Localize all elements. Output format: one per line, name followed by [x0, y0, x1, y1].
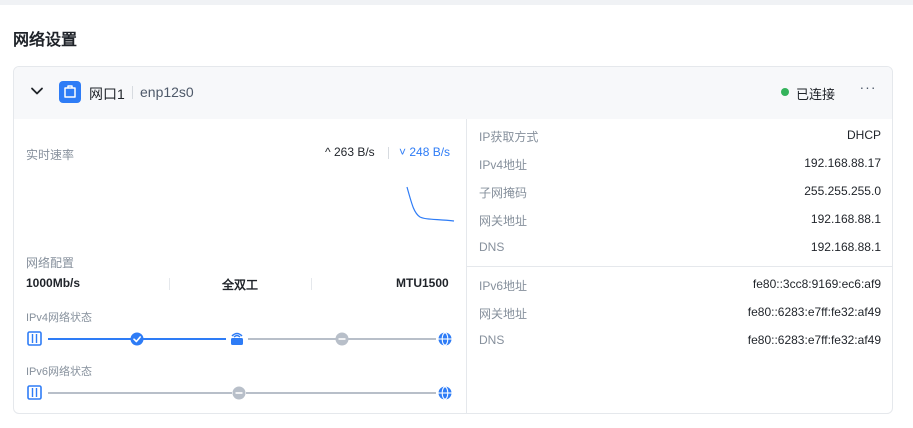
subnet-mask-row: 子网掩码 255.255.255.0 [479, 182, 881, 202]
row-value: fe80::3cc8:9169:ec6:af9 [752, 277, 881, 291]
status-dot [781, 88, 789, 96]
ethernet-port-icon [59, 81, 81, 103]
header-divider [132, 86, 133, 99]
speed-sparkline [406, 186, 455, 222]
upload-speed-value: 263 B/s [333, 145, 375, 159]
ip-mode-row: IP获取方式 DHCP [479, 126, 881, 146]
network-port-card: 网口1 enp12s0 已连接 ··· 实时速率 ^ 263 B/s ˅ 248… [13, 66, 893, 414]
page-title: 网络设置 [13, 32, 78, 49]
ipv6-status-label: IPv6网络状态 [26, 366, 93, 378]
row-key: IPv6地址 [479, 279, 528, 293]
more-button[interactable]: ··· [857, 78, 879, 100]
lan-port-icon [27, 331, 42, 346]
config-label: 网络配置 [26, 256, 75, 270]
row-key: IP获取方式 [479, 130, 539, 144]
ipv6-gateway-row: 网关地址 fe80::6283:e7ff:fe32:af49 [479, 303, 881, 323]
ipv6-status-track [27, 385, 452, 400]
row-value: 192.168.88.1 [810, 240, 881, 254]
mtu-value: MTU1500 [396, 276, 449, 290]
speed-label: 实时速率 [26, 148, 75, 162]
duplex-mode: 全双工 [222, 278, 259, 292]
row-value: 192.168.88.1 [810, 212, 881, 226]
ipv4-gateway-row: 网关地址 192.168.88.1 [479, 210, 881, 230]
ipv4-address-row: IPv4地址 192.168.88.17 [479, 154, 881, 174]
row-value: 255.255.255.0 [804, 184, 881, 198]
ipv6-dns-row: DNS fe80::6283:e7ff:fe32:af49 [479, 331, 881, 351]
device-name: enp12s0 [140, 84, 194, 100]
chevron-down-icon[interactable] [30, 84, 44, 98]
row-key: DNS [479, 240, 505, 254]
row-value: 192.168.88.17 [804, 156, 881, 170]
globe-icon [438, 386, 452, 400]
port-name: 网口1 [89, 86, 125, 102]
row-key: 子网掩码 [479, 186, 528, 200]
ipv4-dns-row: DNS 192.168.88.1 [479, 238, 881, 258]
ipv4-status-label: IPv4网络状态 [26, 312, 93, 324]
section-divider [467, 266, 892, 267]
minus-circle-icon [335, 332, 349, 346]
row-key: 网关地址 [479, 307, 528, 321]
lan-port-icon [27, 385, 42, 400]
speed-divider [388, 147, 389, 159]
row-value: DHCP [846, 128, 881, 142]
row-key: IPv4地址 [479, 158, 528, 172]
download-speed-value: 248 B/s [409, 145, 451, 159]
row-key: 网关地址 [479, 214, 528, 228]
router-icon [231, 332, 243, 345]
config-divider [169, 278, 170, 290]
ipv4-status-track [27, 331, 452, 346]
download-speed: ˅ 248 B/s [399, 145, 451, 159]
status-pane: 实时速率 ^ 263 B/s ˅ 248 B/s 网络配置 1000Mb/s 全… [14, 119, 466, 413]
check-circle-icon [130, 332, 144, 346]
minus-circle-icon [232, 386, 246, 400]
globe-icon [438, 332, 452, 346]
address-pane: IP获取方式 DHCP IPv4地址 192.168.88.17 子网掩码 25… [466, 119, 892, 413]
connection-status: 已连接 [796, 87, 836, 102]
ipv6-address-row: IPv6地址 fe80::3cc8:9169:ec6:af9 [479, 275, 881, 295]
row-value: fe80::6283:e7ff:fe32:af49 [747, 305, 881, 319]
upload-speed: ^ 263 B/s [325, 145, 375, 159]
link-rate: 1000Mb/s [26, 276, 81, 290]
config-divider [311, 278, 312, 290]
row-value: fe80::6283:e7ff:fe32:af49 [747, 333, 881, 347]
top-bar [0, 0, 913, 5]
row-key: DNS [479, 333, 505, 347]
card-header[interactable]: 网口1 enp12s0 已连接 ··· [14, 67, 892, 119]
